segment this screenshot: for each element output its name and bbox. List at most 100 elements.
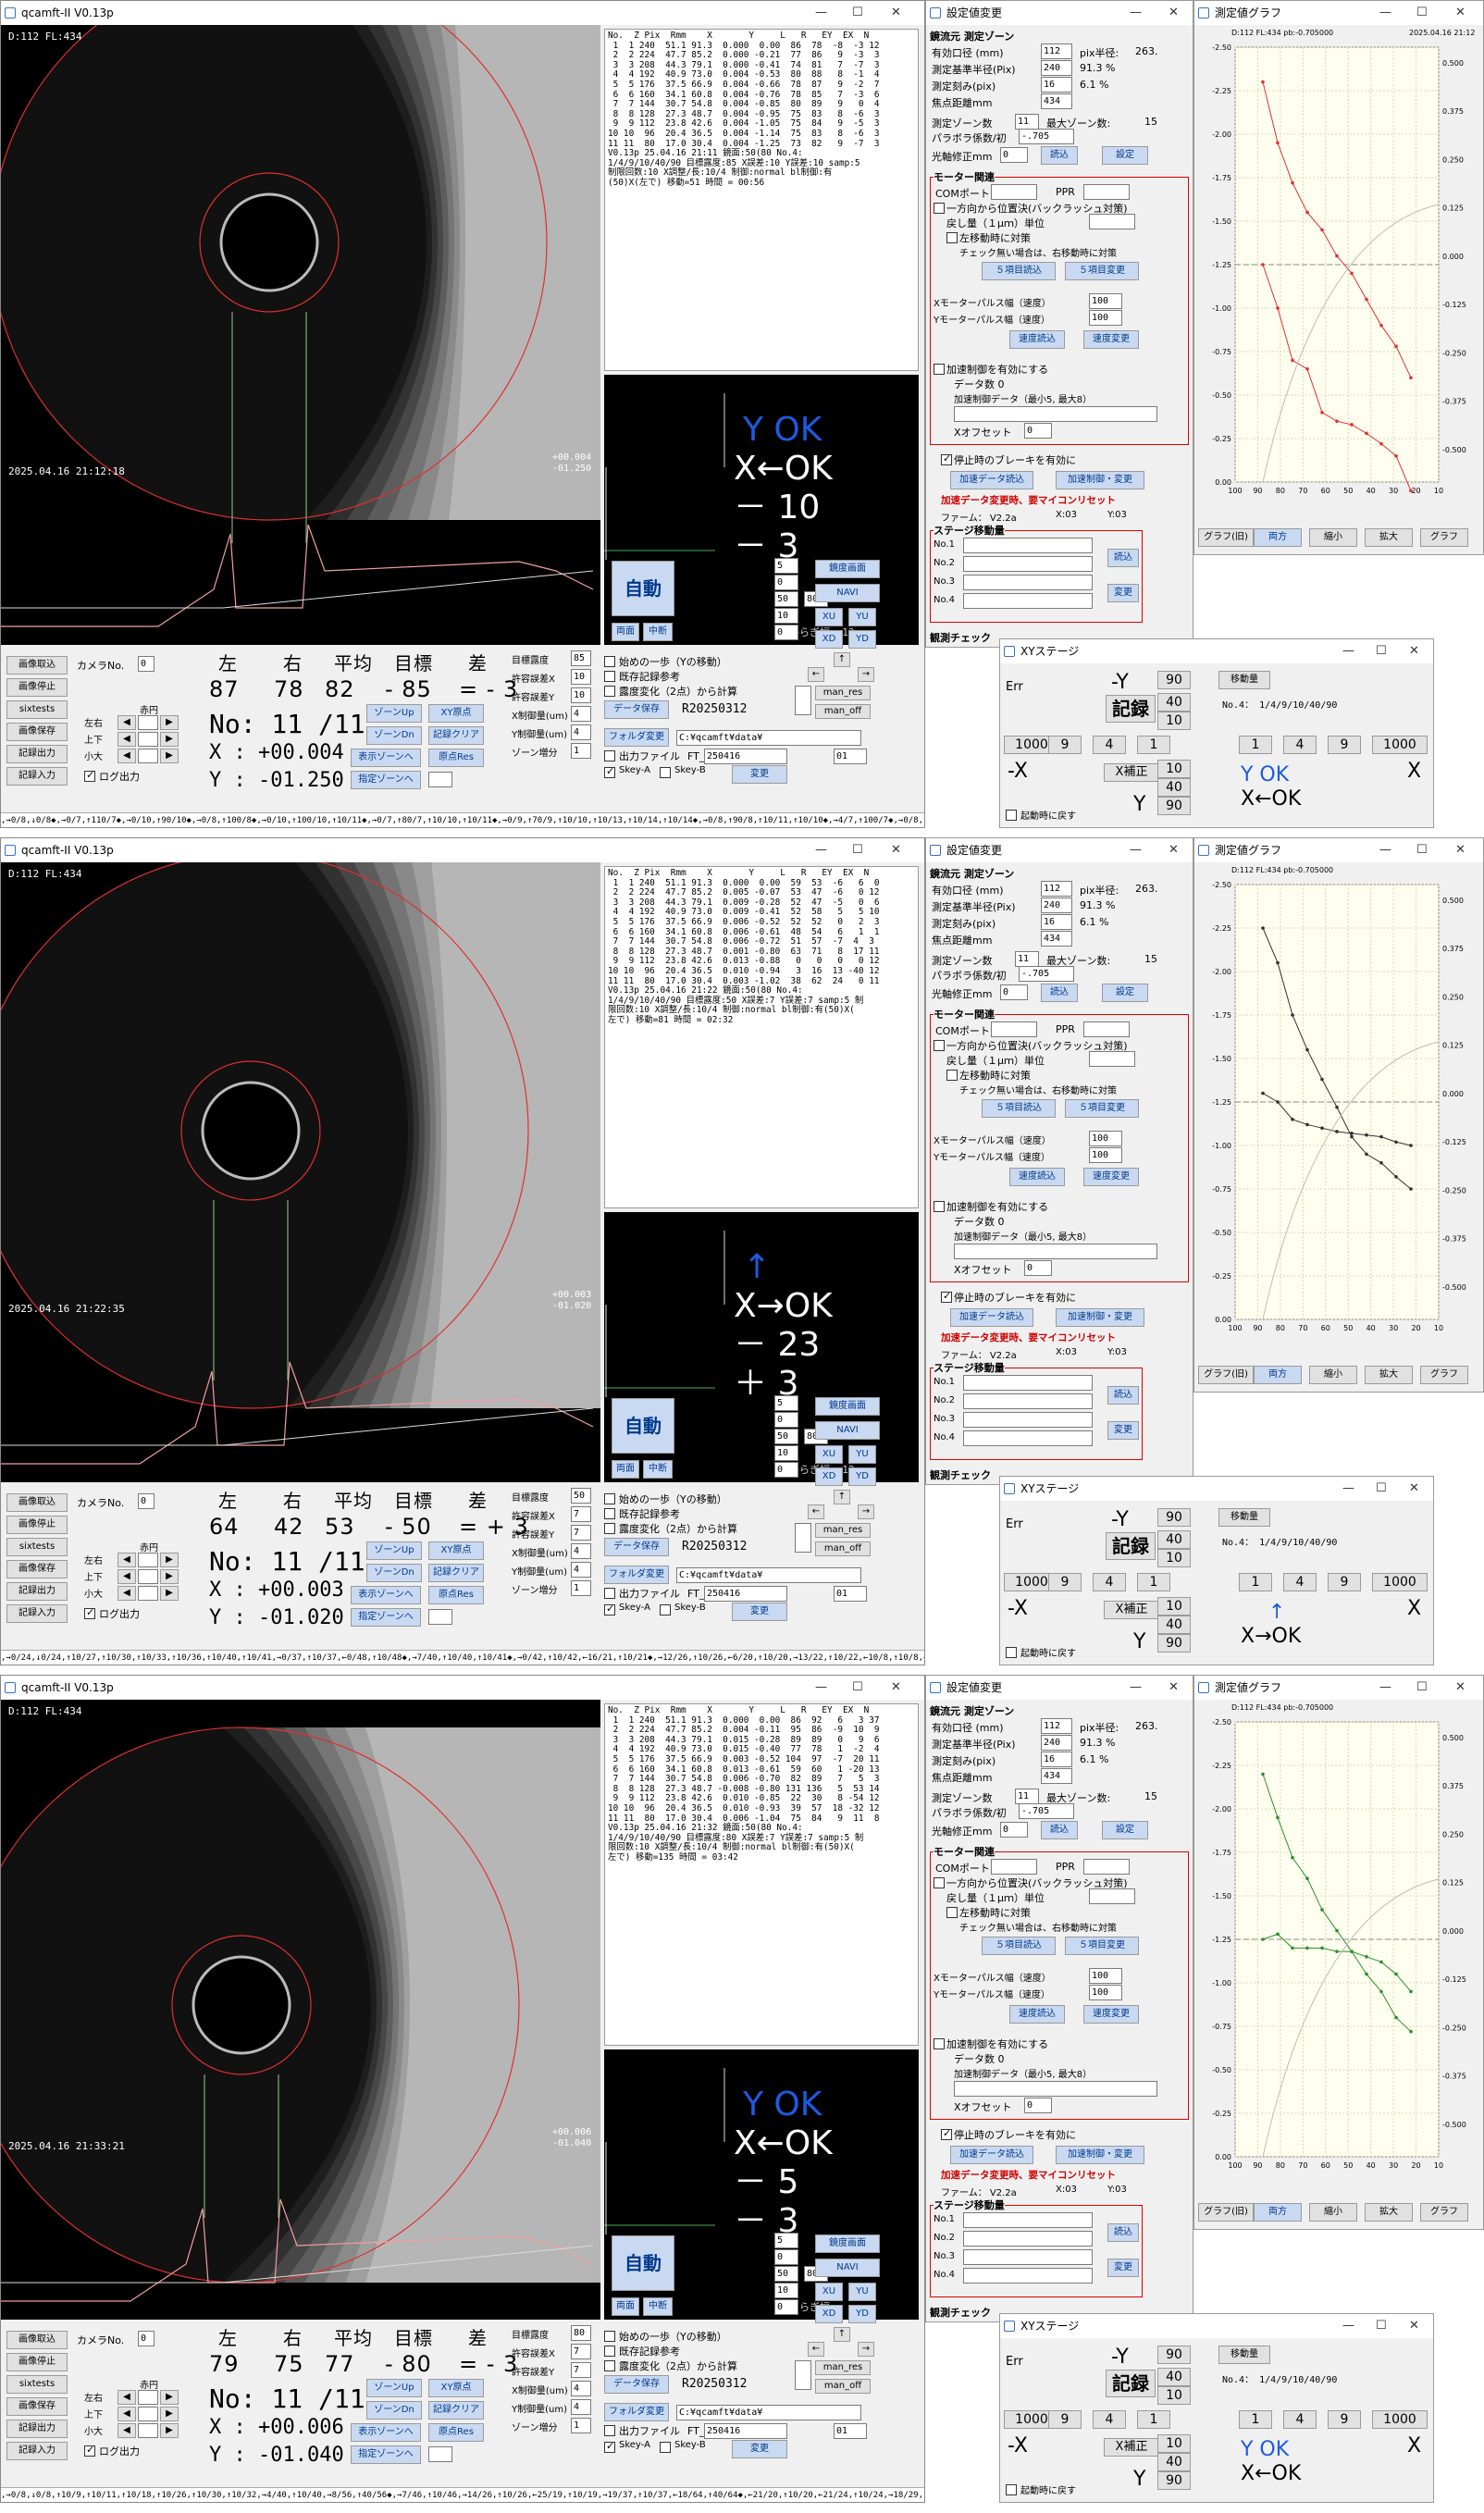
focal-input[interactable]: 434 [1041, 93, 1072, 109]
out-file-checkbox[interactable] [604, 750, 615, 761]
vals-top-0[interactable]: 90 [1157, 671, 1191, 689]
ppr-input[interactable] [1083, 1859, 1130, 1875]
zone-up-button[interactable]: ゾーンUp [366, 704, 422, 723]
stage-input-0[interactable] [963, 2212, 1093, 2228]
first-step-checkbox[interactable] [604, 656, 615, 667]
vals-bottom-2[interactable]: 90 [1157, 797, 1191, 815]
arrow-left-0[interactable]: ◀ [117, 2390, 136, 2405]
xoffset-input[interactable]: 0 [1024, 2098, 1052, 2113]
settings-read-button[interactable]: 読込 [1041, 984, 1078, 1002]
stage-change-button[interactable]: 変更 [1107, 1421, 1139, 1440]
left-button-0[interactable]: 画像取込 [6, 656, 68, 675]
set-zone-input[interactable] [428, 2446, 452, 2462]
vals-top-2[interactable]: 10 [1157, 712, 1191, 730]
step-right-3[interactable]: 1000 [1372, 1573, 1428, 1591]
vals-bottom-0[interactable]: 10 [1157, 760, 1191, 778]
backlash-input[interactable] [1089, 1888, 1135, 1904]
step-right-0[interactable]: 1 [1239, 736, 1272, 754]
record-button[interactable]: 記録 [1106, 2370, 1156, 2397]
vals-bottom-1[interactable]: 40 [1157, 2453, 1191, 2471]
tilt-change-checkbox[interactable] [604, 2360, 615, 2371]
file-suffix-input[interactable]: 01 [834, 2423, 867, 2439]
existing-rec-checkbox[interactable] [604, 2346, 615, 2357]
man-box[interactable] [795, 1523, 811, 1553]
yd-button[interactable]: YD [848, 1467, 876, 1486]
skey-b-checkbox[interactable] [660, 2442, 671, 2453]
skey-b-checkbox[interactable] [660, 767, 671, 778]
ypulse-input[interactable]: 100 [1089, 310, 1122, 326]
stage-input-3[interactable] [963, 2268, 1093, 2284]
arrow-right-btn[interactable]: → [858, 2342, 874, 2357]
com-input[interactable] [991, 184, 1037, 200]
auto-button[interactable]: 自動 [612, 561, 674, 616]
skey-a-checkbox[interactable] [604, 1603, 615, 1616]
vals-bottom-0[interactable]: 10 [1157, 2434, 1191, 2453]
graph-close[interactable]: ✕ [1455, 838, 1465, 862]
items5-read-button[interactable]: ５項目読込 [982, 1099, 1056, 1118]
graph-button-1[interactable]: 両方 [1254, 528, 1302, 547]
stage-read-button[interactable]: 読込 [1107, 549, 1139, 567]
origin-reset-button[interactable]: 原点Res [428, 2423, 484, 2442]
aperture-input[interactable]: 112 [1041, 43, 1072, 59]
left-move-checkbox[interactable] [946, 232, 958, 243]
speed-read-button[interactable]: 速度読込 [1009, 1168, 1065, 1186]
zones-input[interactable]: 11 [1015, 951, 1039, 967]
graph-button-4[interactable]: グラフ [1420, 2203, 1468, 2222]
accel-change-button[interactable]: 加速制御・変更 [1056, 1308, 1144, 1327]
graph-button-1[interactable]: 両方 [1254, 2203, 1302, 2222]
speed-read-button[interactable]: 速度読込 [1009, 330, 1065, 349]
yd-button[interactable]: YD [848, 630, 876, 649]
close-button[interactable]: ✕ [891, 1676, 901, 1700]
man-off-button[interactable]: man_off [815, 2379, 871, 2394]
out-file-checkbox[interactable] [604, 2425, 615, 2436]
arrow-left-btn[interactable]: ← [808, 1504, 824, 1519]
left-button-1[interactable]: 画像停止 [6, 678, 68, 697]
param-input-5[interactable]: 1 [571, 2418, 591, 2433]
graph-close[interactable]: ✕ [1455, 1, 1465, 25]
accel-change-button[interactable]: 加速制御・変更 [1056, 2146, 1144, 2164]
stop-button[interactable]: 中断 [643, 2297, 673, 2316]
xd-button[interactable]: XD [815, 2305, 843, 2323]
tilt-screen-button[interactable]: 鏡度画面 [815, 1397, 880, 1416]
tilt-change-checkbox[interactable] [604, 686, 615, 697]
parab-input[interactable]: -.705 [1019, 129, 1074, 144]
arrow-left-btn[interactable]: ← [808, 2342, 824, 2357]
brake-checkbox[interactable] [941, 1290, 952, 1303]
camera-no-input[interactable]: 0 [138, 656, 155, 672]
stage-input-1[interactable] [963, 1393, 1093, 1409]
skey-b-checkbox[interactable] [660, 1604, 671, 1616]
stage-read-button[interactable]: 読込 [1107, 1386, 1139, 1405]
settings-close[interactable]: ✕ [1169, 1, 1179, 25]
param-input-1[interactable]: 10 [571, 669, 591, 685]
sampling-input-3[interactable]: 10 [774, 1445, 798, 1461]
arrow-up-btn[interactable]: ↑ [834, 2327, 850, 2342]
focal-input[interactable]: 434 [1041, 931, 1072, 947]
step-left-3[interactable]: 1 [1137, 736, 1170, 754]
origin-reset-button[interactable]: 原点Res [428, 749, 484, 767]
param-input-1[interactable]: 7 [571, 1506, 591, 1522]
display-zone-button[interactable]: 表示ゾーンへ [351, 749, 421, 767]
oneway-checkbox[interactable] [934, 1877, 945, 1888]
sampling-input-0[interactable]: 5 [774, 1395, 798, 1411]
sampling-input-1[interactable]: 0 [774, 2249, 798, 2265]
settings-set-button[interactable]: 設定 [1102, 146, 1148, 165]
ypulse-input[interactable]: 100 [1089, 1147, 1122, 1163]
param-input-3[interactable]: 4 [571, 2381, 591, 2396]
graph-button-3[interactable]: 拡大 [1365, 528, 1413, 547]
settings-min[interactable]: — [1130, 1676, 1142, 1700]
settings-close[interactable]: ✕ [1169, 1676, 1179, 1700]
first-step-checkbox[interactable] [604, 1493, 615, 1504]
folder-path-input[interactable]: C:¥qcamft¥data¥ [676, 1567, 861, 1583]
data-save-button[interactable]: データ保存 [604, 1538, 669, 1556]
vals-bottom-1[interactable]: 40 [1157, 778, 1191, 797]
focal-input[interactable]: 434 [1041, 1768, 1072, 1784]
left-button-0[interactable]: 画像取込 [6, 2331, 68, 2349]
stage-input-2[interactable] [963, 575, 1093, 590]
xy-origin-button[interactable]: XY原点 [428, 2379, 484, 2397]
settings-min[interactable]: — [1130, 838, 1142, 862]
yu-button[interactable]: YU [848, 1445, 876, 1464]
left-button-5[interactable]: 記録入力 [6, 767, 68, 786]
step-left-2[interactable]: 4 [1093, 2410, 1126, 2429]
accel-checkbox[interactable] [934, 2038, 945, 2049]
graph-button-0[interactable]: グラフ(旧) [1198, 1366, 1254, 1384]
